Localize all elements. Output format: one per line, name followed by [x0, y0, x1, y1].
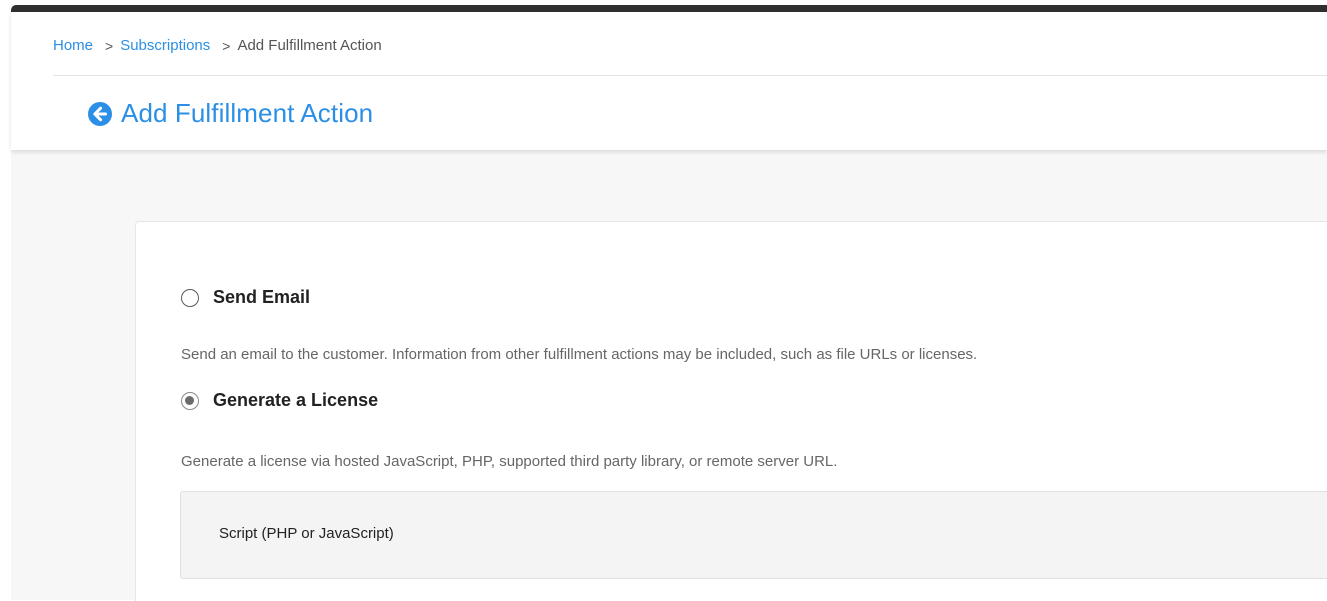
generate-license-radio[interactable] [181, 391, 199, 410]
license-type-label: Script (PHP or JavaScript) [219, 525, 394, 542]
breadcrumb-home-link[interactable]: Home [53, 37, 93, 54]
breadcrumb-separator-icon: > [222, 37, 231, 54]
breadcrumb-separator-icon: > [105, 37, 114, 54]
circle-arrow-left-icon[interactable] [88, 101, 112, 126]
send-email-label: Send Email [213, 287, 311, 307]
header-divider [53, 75, 1327, 76]
page-header: Home > Subscriptions > Add Fulfillment A… [11, 12, 1327, 150]
generate-license-option[interactable]: Generate a License [181, 390, 378, 411]
generate-license-description: Generate a license via hosted JavaScript… [181, 453, 838, 470]
breadcrumb-current: Add Fulfillment Action [237, 37, 382, 54]
license-type-option[interactable]: Script (PHP or JavaScript) [180, 491, 1327, 579]
page-title: Add Fulfillment Action [121, 98, 374, 128]
generate-license-label: Generate a License [213, 390, 379, 410]
breadcrumb-subscriptions-link[interactable]: Subscriptions [120, 37, 210, 54]
fulfillment-type-card: Send Email Send an email to the customer… [135, 221, 1327, 601]
send-email-radio[interactable] [181, 288, 199, 307]
window-top-bar [11, 5, 1327, 12]
breadcrumb: Home > Subscriptions > Add Fulfillment A… [53, 37, 382, 54]
send-email-description: Send an email to the customer. Informati… [181, 346, 978, 363]
back-title-link[interactable]: Add Fulfillment Action [88, 98, 373, 129]
send-email-option[interactable]: Send Email [181, 287, 310, 308]
